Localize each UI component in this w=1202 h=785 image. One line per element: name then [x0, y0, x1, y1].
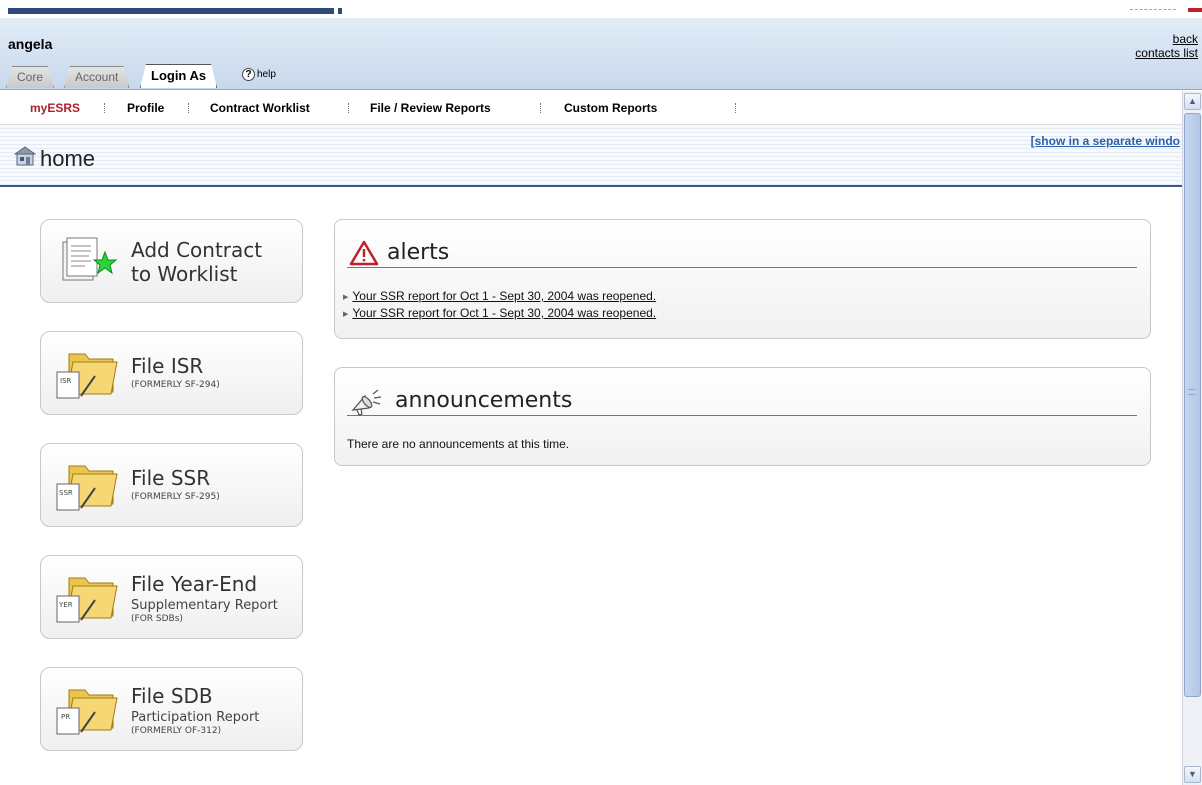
icon-badge-text: YER [58, 601, 73, 609]
app-header: angela back contacts list Core Account L… [0, 18, 1202, 90]
contacts-list-link[interactable]: contacts list [1135, 46, 1198, 60]
file-ssr-card[interactable]: SSR File SSR (FORMERLY SF-295) [40, 443, 303, 527]
card-title: File Year-End [131, 572, 258, 596]
tab-account[interactable]: Account [64, 66, 129, 88]
nav-item-file-review-reports[interactable]: File / Review Reports [370, 101, 491, 115]
page-title: home [40, 146, 96, 171]
card-note: (FOR SDBs) [131, 614, 183, 624]
main-nav: myESRS Profile Contract Worklist File / … [0, 91, 1182, 125]
nav-item-custom-reports[interactable]: Custom Reports [564, 101, 657, 115]
alerts-panel: alerts ▶ Your SSR report for Oct 1 - Sept… [334, 219, 1151, 339]
megaphone-icon [351, 389, 382, 416]
page-title-band [0, 125, 1182, 187]
top-decor-bar [8, 8, 334, 14]
file-sdb-card[interactable]: PR File SDB Participation Report (FORMER… [40, 667, 303, 751]
tab-core[interactable]: Core [6, 66, 54, 88]
nav-item-profile[interactable]: Profile [127, 101, 164, 115]
help-button[interactable]: ? help [242, 68, 276, 81]
add-contract-icon [62, 237, 118, 281]
house-icon [14, 146, 36, 166]
card-note: (FORMERLY OF-312) [131, 726, 222, 736]
help-label: help [257, 69, 276, 80]
nav-item-contract-worklist[interactable]: Contract Worklist [210, 101, 310, 115]
icon-badge-text: SSR [59, 489, 73, 497]
separate-window-link[interactable]: [show in a separate windo [1031, 134, 1180, 148]
card-title: Add Contract [131, 238, 263, 262]
file-isr-card[interactable]: ISR File ISR (FORMERLY SF-294) [40, 331, 303, 415]
announcements-header: announcements [347, 386, 1137, 416]
card-note: (FORMERLY SF-295) [131, 492, 220, 502]
warning-icon [349, 240, 379, 266]
tab-login-as[interactable]: Login As [140, 64, 217, 88]
scroll-thumb[interactable] [1184, 113, 1201, 697]
top-strip [0, 0, 1202, 18]
username-label: angela [8, 36, 53, 52]
announcements-message: There are no announcements at this time. [347, 437, 570, 451]
card-subtitle: Participation Report [131, 710, 260, 725]
add-contract-card[interactable]: Add Contract to Worklist [40, 219, 303, 303]
folder-isr-icon: ISR [56, 353, 118, 399]
scroll-grip-icon [1188, 389, 1195, 395]
top-decor-dash [1130, 9, 1176, 10]
card-title: File SDB [131, 684, 213, 708]
folder-pr-icon: PR [56, 689, 118, 735]
icon-badge-text: ISR [60, 377, 72, 385]
card-subtitle: to Worklist [131, 262, 238, 286]
file-year-end-card[interactable]: YER File Year-End Supplementary Report (… [40, 555, 303, 639]
scroll-down-icon[interactable]: ▼ [1184, 766, 1201, 783]
back-link[interactable]: back [1173, 32, 1198, 46]
alert-link[interactable]: ▶ Your SSR report for Oct 1 - Sept 30, 20… [343, 306, 656, 320]
card-title: File SSR [131, 466, 211, 490]
card-note: (FORMERLY SF-294) [131, 380, 220, 390]
nav-separator [540, 103, 541, 113]
alerts-title: alerts [387, 240, 450, 265]
scroll-up-icon[interactable]: ▲ [1184, 93, 1201, 110]
card-subtitle: Supplementary Report [131, 598, 278, 613]
alert-text: Your SSR report for Oct 1 - Sept 30, 200… [352, 289, 657, 303]
nav-separator [188, 103, 189, 113]
card-title: File ISR [131, 354, 204, 378]
help-icon: ? [242, 68, 255, 81]
bullet-arrow-icon: ▶ [343, 310, 349, 318]
folder-yer-icon: YER [56, 577, 118, 623]
nav-separator [735, 103, 736, 113]
bullet-arrow-icon: ▶ [343, 293, 349, 301]
announcements-title: announcements [395, 388, 573, 413]
folder-ssr-icon: SSR [56, 465, 118, 511]
nav-separator [348, 103, 349, 113]
announcements-panel: announcements There are no announcements… [334, 367, 1151, 466]
icon-badge-text: PR [61, 713, 70, 721]
top-decor-red [1188, 8, 1202, 12]
alert-text: Your SSR report for Oct 1 - Sept 30, 200… [352, 306, 657, 320]
top-decor-bar-small [338, 8, 342, 14]
nav-separator [104, 103, 105, 113]
alert-link[interactable]: ▶ Your SSR report for Oct 1 - Sept 30, 20… [343, 289, 656, 303]
nav-item-myesrs[interactable]: myESRS [30, 101, 80, 115]
vertical-scrollbar[interactable]: ▲ ▼ [1182, 91, 1202, 785]
alerts-header: alerts [347, 238, 1137, 268]
